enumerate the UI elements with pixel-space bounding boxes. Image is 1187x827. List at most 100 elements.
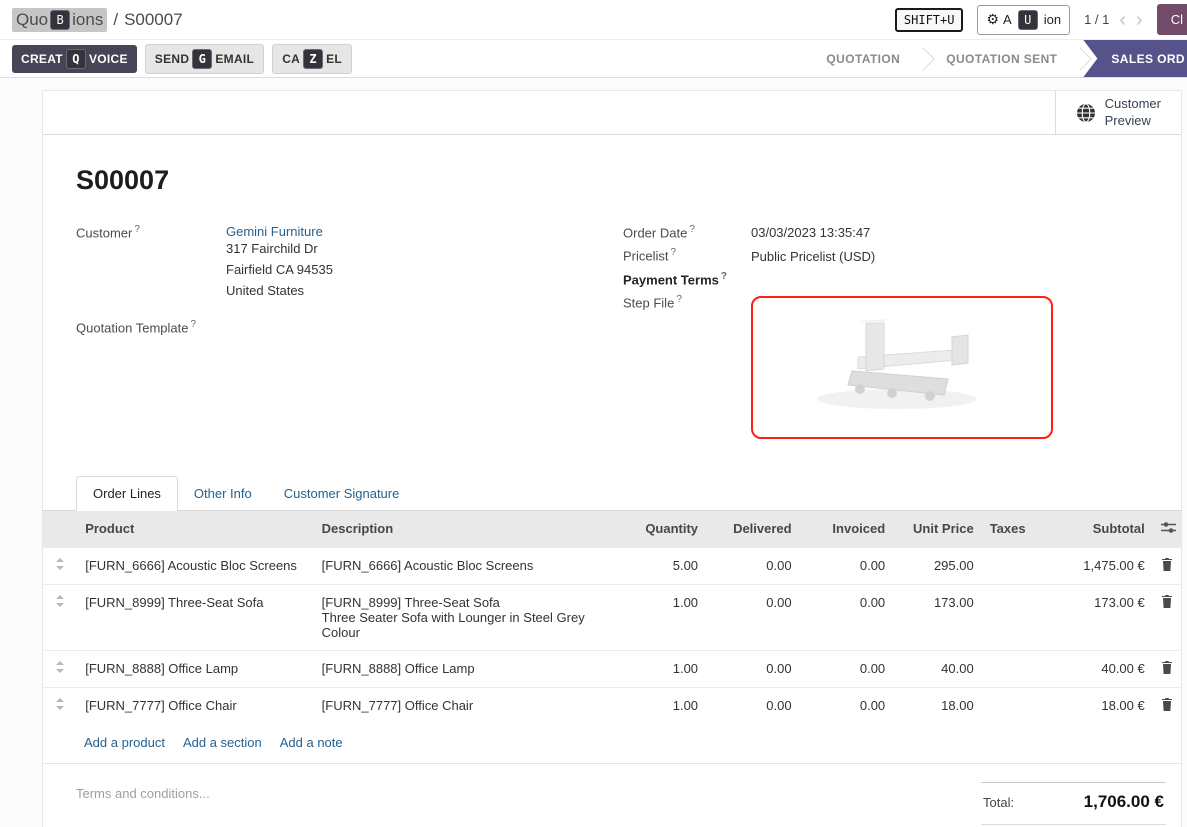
delivered-column-header[interactable]: Delivered xyxy=(706,511,800,548)
drag-handle[interactable] xyxy=(43,650,77,687)
drag-handle[interactable] xyxy=(43,547,77,584)
help-icon: ? xyxy=(191,319,197,330)
quantity-cell[interactable]: 1.00 xyxy=(616,687,707,724)
help-icon: ? xyxy=(721,271,727,282)
send-email-label-pre: SEND xyxy=(155,52,190,66)
unit-price-cell[interactable]: 295.00 xyxy=(893,547,982,584)
subtotal-cell: 18.00 € xyxy=(1034,687,1153,724)
product-cell[interactable]: [FURN_7777] Office Chair xyxy=(77,687,313,724)
description-cell[interactable]: [FURN_8888] Office Lamp xyxy=(314,650,616,687)
drag-handle[interactable] xyxy=(43,687,77,724)
cancel-button[interactable]: CA Z EL xyxy=(272,44,352,74)
status-step-quotation-sent[interactable]: QUOTATION SENT xyxy=(926,40,1077,77)
customer-preview-button[interactable]: Customer Preview xyxy=(1055,91,1181,134)
add-a-section-link[interactable]: Add a section xyxy=(183,735,262,750)
quantity-cell[interactable]: 1.00 xyxy=(616,650,707,687)
page-title: S00007 xyxy=(76,165,1148,196)
drag-handle-icon xyxy=(56,558,64,570)
step-file-image[interactable] xyxy=(751,296,1053,439)
customer-field-row: Customer? Gemini Furniture 317 Fairchild… xyxy=(76,224,591,301)
breadcrumb-parent[interactable]: Quo B ions xyxy=(12,8,107,32)
description-cell[interactable]: [FURN_8999] Three-Seat Sofa Three Seater… xyxy=(314,584,616,650)
add-a-product-link[interactable]: Add a product xyxy=(84,735,165,750)
tab-other-info[interactable]: Other Info xyxy=(178,477,268,510)
optional-columns-icon[interactable] xyxy=(1153,511,1181,548)
tab-order-lines[interactable]: Order Lines xyxy=(76,476,178,511)
quotation-template-label: Quotation Template? xyxy=(76,319,226,335)
taxes-cell[interactable] xyxy=(982,547,1034,584)
invoiced-cell[interactable]: 0.00 xyxy=(800,687,894,724)
unit-price-cell[interactable]: 173.00 xyxy=(893,584,982,650)
keyboard-badge-q: Q xyxy=(66,49,86,69)
action-menu-button[interactable]: ⚙ A U ion xyxy=(977,5,1070,35)
unit-price-cell[interactable]: 40.00 xyxy=(893,650,982,687)
quantity-cell[interactable]: 5.00 xyxy=(616,547,707,584)
form-sheet: Customer Preview S00007 Customer? Gemini… xyxy=(42,90,1182,827)
table-header-row: Product Description Quantity Delivered I… xyxy=(43,511,1181,548)
pager: 1 / 1 ‹ › xyxy=(1084,10,1143,30)
drag-handle[interactable] xyxy=(43,584,77,650)
taxes-cell[interactable] xyxy=(982,650,1034,687)
pager-value: 1 / 1 xyxy=(1084,12,1109,27)
address-line: United States xyxy=(226,281,591,302)
invoiced-cell[interactable]: 0.00 xyxy=(800,650,894,687)
pricelist-label: Pricelist? xyxy=(623,247,751,263)
quotation-template-field-row: Quotation Template? xyxy=(76,319,591,335)
step-file-field-row: Step File? xyxy=(623,294,1148,439)
taxes-column-header[interactable]: Taxes xyxy=(982,511,1034,548)
product-cell[interactable]: [FURN_8999] Three-Seat Sofa xyxy=(77,584,313,650)
description-cell[interactable]: [FURN_7777] Office Chair xyxy=(314,687,616,724)
customer-link[interactable]: Gemini Furniture xyxy=(226,224,323,239)
send-email-button[interactable]: SEND G EMAIL xyxy=(145,44,264,74)
tab-customer-signature[interactable]: Customer Signature xyxy=(268,477,416,510)
help-icon: ? xyxy=(134,224,140,235)
handle-column-header xyxy=(43,511,77,548)
create-invoice-button[interactable]: CREAT Q VOICE xyxy=(12,45,137,73)
invoiced-cell[interactable]: 0.00 xyxy=(800,584,894,650)
delivered-cell[interactable]: 0.00 xyxy=(706,687,800,724)
description-column-header[interactable]: Description xyxy=(314,511,616,548)
quantity-cell[interactable]: 1.00 xyxy=(616,584,707,650)
line-add-links: Add a product Add a section Add a note xyxy=(43,724,1181,764)
breadcrumb-bar: Quo B ions / S00007 SHIFT+U ⚙ A U ion 1 … xyxy=(0,0,1187,40)
topbar-right: SHIFT+U ⚙ A U ion 1 / 1 ‹ › Cl xyxy=(895,0,1187,40)
delete-row-button[interactable] xyxy=(1153,650,1181,687)
drag-handle-icon xyxy=(56,595,64,607)
terms-and-conditions-input[interactable]: Terms and conditions... xyxy=(76,782,210,801)
taxes-cell[interactable] xyxy=(982,584,1034,650)
unit-price-column-header[interactable]: Unit Price xyxy=(893,511,982,548)
chevron-right-icon[interactable]: › xyxy=(1136,10,1143,30)
unit-price-cell[interactable]: 18.00 xyxy=(893,687,982,724)
delivered-cell[interactable]: 0.00 xyxy=(706,650,800,687)
delivered-cell[interactable]: 0.00 xyxy=(706,584,800,650)
status-step-sales-order[interactable]: SALES ORD xyxy=(1083,40,1187,77)
product-column-header[interactable]: Product xyxy=(77,511,313,548)
taxes-cell[interactable] xyxy=(982,687,1034,724)
invoiced-cell[interactable]: 0.00 xyxy=(800,547,894,584)
product-cell[interactable]: [FURN_6666] Acoustic Bloc Screens xyxy=(77,547,313,584)
table-row: [FURN_6666] Acoustic Bloc Screens [FURN_… xyxy=(43,547,1181,584)
status-step-quotation[interactable]: QUOTATION xyxy=(806,40,920,77)
action-buttons: CREAT Q VOICE SEND G EMAIL CA Z EL xyxy=(12,40,352,77)
product-cell[interactable]: [FURN_8888] Office Lamp xyxy=(77,650,313,687)
order-date-value[interactable]: 03/03/2023 13:35:47 xyxy=(751,225,1148,240)
step-file-3d-render xyxy=(762,307,1042,427)
notebook-tabs: Order Lines Other Info Customer Signatur… xyxy=(43,476,1181,511)
delete-row-button[interactable] xyxy=(1153,687,1181,724)
breadcrumb-current: S00007 xyxy=(124,10,183,30)
invoiced-column-header[interactable]: Invoiced xyxy=(800,511,894,548)
subtotal-cell: 173.00 € xyxy=(1034,584,1153,650)
subtotal-column-header[interactable]: Subtotal xyxy=(1034,511,1153,548)
table-row: [FURN_8888] Office Lamp [FURN_8888] Offi… xyxy=(43,650,1181,687)
description-cell[interactable]: [FURN_6666] Acoustic Bloc Screens xyxy=(314,547,616,584)
chevron-left-icon[interactable]: ‹ xyxy=(1119,10,1126,30)
delivered-cell[interactable]: 0.00 xyxy=(706,547,800,584)
delete-row-button[interactable] xyxy=(1153,584,1181,650)
delete-row-button[interactable] xyxy=(1153,547,1181,584)
quantity-column-header[interactable]: Quantity xyxy=(616,511,707,548)
add-a-note-link[interactable]: Add a note xyxy=(280,735,343,750)
cut-off-corner-button[interactable]: Cl xyxy=(1157,4,1187,35)
step-file-label: Step File? xyxy=(623,294,751,310)
address-line: 317 Fairchild Dr xyxy=(226,239,591,260)
pricelist-value[interactable]: Public Pricelist (USD) xyxy=(751,249,1148,264)
